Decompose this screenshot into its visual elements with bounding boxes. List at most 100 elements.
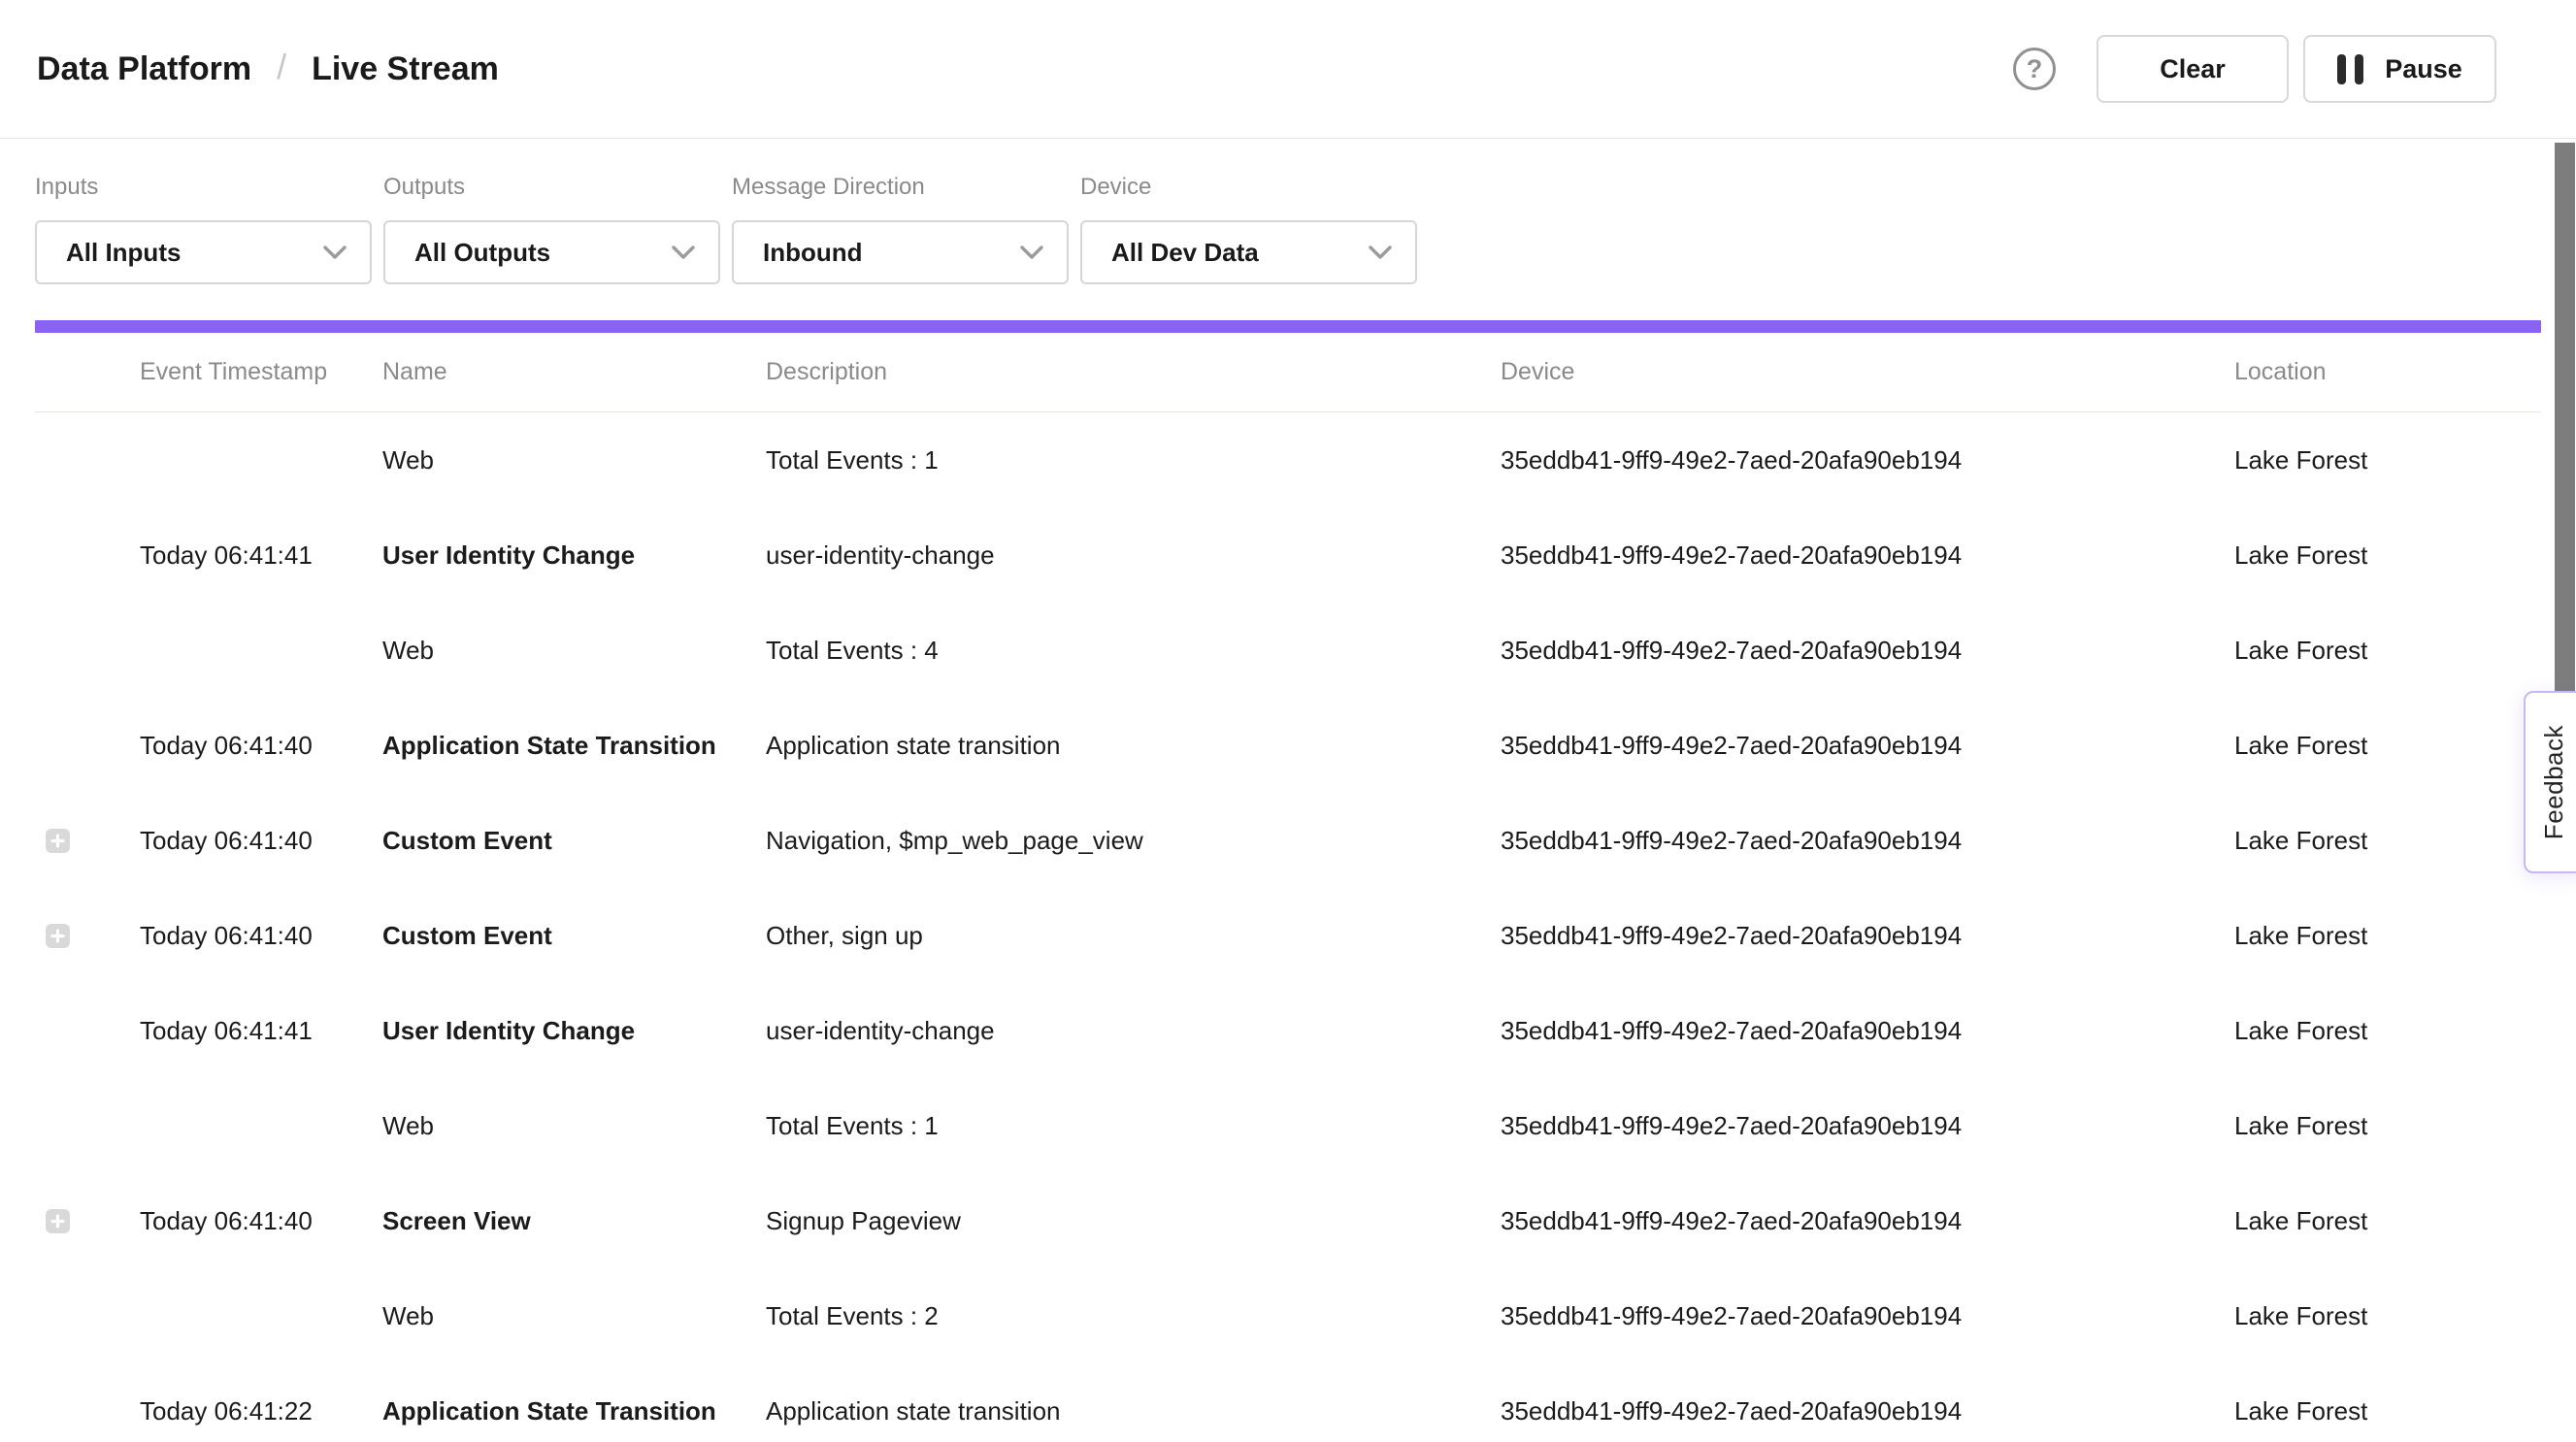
chevron-down-icon bbox=[1369, 246, 1392, 260]
cell-description: Total Events : 1 bbox=[766, 1111, 1501, 1141]
cell-location: Lake Forest bbox=[2234, 731, 2541, 761]
cell-location: Lake Forest bbox=[2234, 636, 2541, 666]
filter-outputs: Outputs All Outputs bbox=[383, 175, 720, 284]
table-row[interactable]: Today 06:41:40Application State Transiti… bbox=[35, 698, 2541, 793]
filter-label: Device bbox=[1080, 175, 1417, 200]
cell-device: 35eddb41-9ff9-49e2-7aed-20afa90eb194 bbox=[1501, 1206, 2234, 1236]
filter-inputs: Inputs All Inputs bbox=[35, 175, 372, 284]
table-row[interactable]: WebTotal Events : 235eddb41-9ff9-49e2-7a… bbox=[35, 1268, 2541, 1363]
table-row[interactable]: WebTotal Events : 135eddb41-9ff9-49e2-7a… bbox=[35, 412, 2541, 508]
cell-location: Lake Forest bbox=[2234, 1301, 2541, 1331]
message-direction-select[interactable]: Inbound bbox=[732, 220, 1069, 284]
cell-device: 35eddb41-9ff9-49e2-7aed-20afa90eb194 bbox=[1501, 1301, 2234, 1331]
filter-label: Inputs bbox=[35, 175, 372, 200]
table-row[interactable]: Today 06:41:41User Identity Changeuser-i… bbox=[35, 508, 2541, 603]
cell-device: 35eddb41-9ff9-49e2-7aed-20afa90eb194 bbox=[1501, 921, 2234, 951]
cell-location: Lake Forest bbox=[2234, 1206, 2541, 1236]
live-stream-table: Event Timestamp Name Description Device … bbox=[35, 333, 2541, 1442]
cell-description: user-identity-change bbox=[766, 541, 1501, 571]
help-icon[interactable]: ? bbox=[2013, 48, 2056, 90]
expand-plus-icon[interactable] bbox=[46, 924, 70, 948]
cell-name: Web bbox=[382, 1301, 766, 1331]
outputs-select[interactable]: All Outputs bbox=[383, 220, 720, 284]
inputs-select[interactable]: All Inputs bbox=[35, 220, 372, 284]
cell-name: Web bbox=[382, 445, 766, 475]
device-select[interactable]: All Dev Data bbox=[1080, 220, 1417, 284]
expand-plus-icon[interactable] bbox=[46, 829, 70, 853]
expand-cell bbox=[35, 1209, 140, 1233]
expand-plus-icon[interactable] bbox=[46, 1209, 70, 1233]
breadcrumb-section[interactable]: Data Platform bbox=[37, 50, 251, 88]
table-row[interactable]: Today 06:41:40Custom EventOther, sign up… bbox=[35, 888, 2541, 983]
cell-description: Navigation, $mp_web_page_view bbox=[766, 826, 1501, 856]
cell-device: 35eddb41-9ff9-49e2-7aed-20afa90eb194 bbox=[1501, 636, 2234, 666]
cell-event-timestamp: Today 06:41:40 bbox=[140, 826, 382, 856]
cell-device: 35eddb41-9ff9-49e2-7aed-20afa90eb194 bbox=[1501, 826, 2234, 856]
cell-event-timestamp: Today 06:41:40 bbox=[140, 731, 382, 761]
cell-device: 35eddb41-9ff9-49e2-7aed-20afa90eb194 bbox=[1501, 541, 2234, 571]
chevron-down-icon bbox=[323, 246, 347, 260]
cell-name: Screen View bbox=[382, 1206, 766, 1236]
table-body: WebTotal Events : 135eddb41-9ff9-49e2-7a… bbox=[35, 412, 2541, 1442]
cell-location: Lake Forest bbox=[2234, 921, 2541, 951]
expand-cell bbox=[35, 829, 140, 853]
feedback-tab[interactable]: Feedback bbox=[2524, 691, 2576, 873]
cell-description: Application state transition bbox=[766, 1396, 1501, 1426]
filters-bar: Inputs All Inputs Outputs All Outputs Me… bbox=[0, 139, 2576, 284]
cell-event-timestamp: Today 06:41:40 bbox=[140, 1206, 382, 1236]
cell-name: Application State Transition bbox=[382, 731, 766, 761]
cell-device: 35eddb41-9ff9-49e2-7aed-20afa90eb194 bbox=[1501, 1111, 2234, 1141]
table-header-row: Event Timestamp Name Description Device … bbox=[35, 333, 2541, 412]
cell-description: user-identity-change bbox=[766, 1016, 1501, 1046]
feedback-tab-label: Feedback bbox=[2539, 725, 2569, 839]
cell-description: Total Events : 1 bbox=[766, 445, 1501, 475]
accent-divider bbox=[35, 320, 2541, 333]
cell-name: Web bbox=[382, 1111, 766, 1141]
cell-name: User Identity Change bbox=[382, 541, 766, 571]
cell-event-timestamp: Today 06:41:41 bbox=[140, 1016, 382, 1046]
pause-button[interactable]: Pause bbox=[2303, 35, 2496, 103]
cell-description: Signup Pageview bbox=[766, 1206, 1501, 1236]
table-row[interactable]: Today 06:41:40Screen ViewSignup Pageview… bbox=[35, 1173, 2541, 1268]
pause-icon bbox=[2337, 54, 2363, 84]
cell-location: Lake Forest bbox=[2234, 826, 2541, 856]
cell-description: Application state transition bbox=[766, 731, 1501, 761]
cell-name: Custom Event bbox=[382, 921, 766, 951]
table-row[interactable]: Today 06:41:40Custom EventNavigation, $m… bbox=[35, 793, 2541, 888]
filter-device: Device All Dev Data bbox=[1080, 175, 1417, 284]
page-header: Data Platform / Live Stream ? Clear Paus… bbox=[0, 0, 2576, 139]
outputs-select-value: All Outputs bbox=[414, 238, 550, 268]
column-header-location: Location bbox=[2234, 358, 2541, 386]
cell-description: Total Events : 4 bbox=[766, 636, 1501, 666]
cell-event-timestamp: Today 06:41:40 bbox=[140, 921, 382, 951]
chevron-down-icon bbox=[672, 246, 695, 260]
clear-button[interactable]: Clear bbox=[2097, 35, 2289, 103]
table-row[interactable]: WebTotal Events : 135eddb41-9ff9-49e2-7a… bbox=[35, 1078, 2541, 1173]
table-row[interactable]: Today 06:41:22Application State Transiti… bbox=[35, 1363, 2541, 1442]
chevron-down-icon bbox=[1020, 246, 1043, 260]
cell-name: Custom Event bbox=[382, 826, 766, 856]
inputs-select-value: All Inputs bbox=[66, 238, 181, 268]
message-direction-select-value: Inbound bbox=[763, 238, 863, 268]
column-header-description: Description bbox=[766, 358, 1501, 386]
table-row[interactable]: WebTotal Events : 435eddb41-9ff9-49e2-7a… bbox=[35, 603, 2541, 698]
cell-description: Total Events : 2 bbox=[766, 1301, 1501, 1331]
cell-device: 35eddb41-9ff9-49e2-7aed-20afa90eb194 bbox=[1501, 445, 2234, 475]
column-header-event-timestamp: Event Timestamp bbox=[140, 358, 382, 386]
cell-name: User Identity Change bbox=[382, 1016, 766, 1046]
cell-device: 35eddb41-9ff9-49e2-7aed-20afa90eb194 bbox=[1501, 1396, 2234, 1426]
cell-device: 35eddb41-9ff9-49e2-7aed-20afa90eb194 bbox=[1501, 731, 2234, 761]
cell-location: Lake Forest bbox=[2234, 445, 2541, 475]
filter-message-direction: Message Direction Inbound bbox=[732, 175, 1069, 284]
breadcrumb: Data Platform / Live Stream bbox=[37, 49, 499, 89]
breadcrumb-separator-icon: / bbox=[277, 47, 286, 87]
cell-description: Other, sign up bbox=[766, 921, 1501, 951]
table-row[interactable]: Today 06:41:41User Identity Changeuser-i… bbox=[35, 983, 2541, 1078]
cell-name: Web bbox=[382, 636, 766, 666]
pause-button-label: Pause bbox=[2385, 54, 2462, 84]
cell-location: Lake Forest bbox=[2234, 1111, 2541, 1141]
cell-event-timestamp: Today 06:41:41 bbox=[140, 541, 382, 571]
expand-cell bbox=[35, 924, 140, 948]
device-select-value: All Dev Data bbox=[1111, 238, 1259, 268]
column-header-name: Name bbox=[382, 358, 766, 386]
